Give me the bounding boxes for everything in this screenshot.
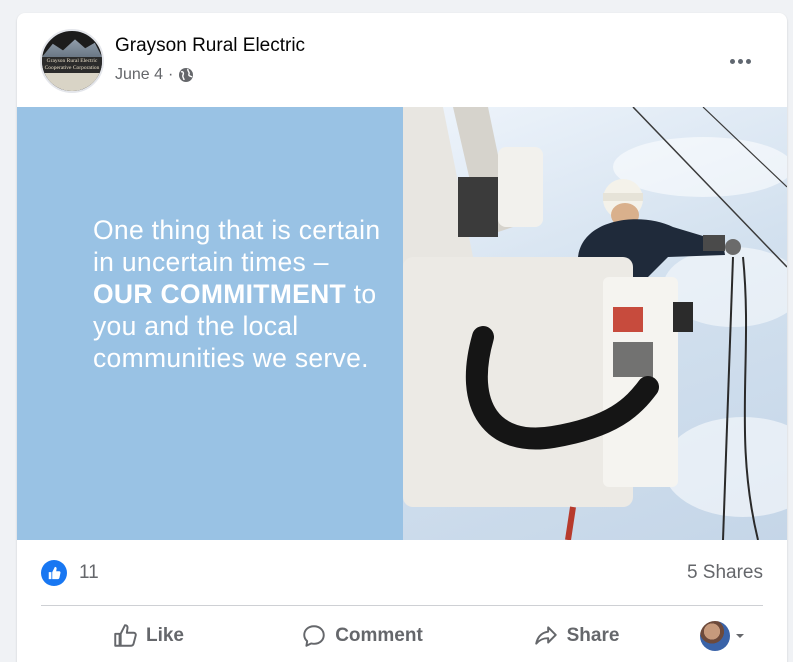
- reactions-summary[interactable]: 11: [41, 560, 99, 586]
- reaction-count: 11: [79, 562, 99, 583]
- quote-bold-commitment: COMMITMENT: [160, 279, 346, 309]
- lineworker-photo: [403, 107, 787, 540]
- engagement-stats: 11 5 Shares: [41, 559, 763, 587]
- quote-bold-our: OUR: [93, 279, 153, 309]
- avatar-logo-text: Grayson Rural Electric Cooperative Corpor…: [42, 57, 102, 73]
- share-arrow-icon: [534, 626, 557, 645]
- user-avatar: [700, 621, 730, 651]
- post-date[interactable]: June 4: [115, 66, 163, 84]
- avatar-mountain-graphic: [42, 39, 102, 57]
- chevron-down-icon: [736, 634, 744, 638]
- more-options-button[interactable]: [725, 53, 755, 69]
- more-horizontal-icon: [729, 58, 735, 64]
- post-actions-bar: Like Comment Share: [41, 613, 763, 659]
- actions-divider: [41, 605, 763, 606]
- comment-label: Comment: [335, 625, 423, 646]
- post-meta: June 4 ·: [115, 66, 194, 84]
- post-card: Grayson Rural Electric Cooperative Corpor…: [17, 13, 787, 662]
- share-button[interactable]: Share: [469, 613, 683, 659]
- quote-text: One thing that is certain in uncertain t…: [93, 215, 381, 373]
- thumbs-up-icon: [114, 624, 137, 647]
- page-avatar[interactable]: Grayson Rural Electric Cooperative Corpor…: [40, 29, 104, 93]
- like-button[interactable]: Like: [41, 613, 255, 659]
- globe-icon: [179, 68, 194, 82]
- quote-panel: One thing that is certain in uncertain t…: [17, 107, 403, 540]
- like-label: Like: [145, 625, 185, 646]
- like-reaction-icon: [41, 560, 67, 586]
- meta-separator: ·: [168, 66, 174, 83]
- comment-button[interactable]: Comment: [255, 613, 469, 659]
- react-as-selector[interactable]: [683, 621, 763, 651]
- lineworker-illustration: [403, 107, 787, 540]
- shares-count-link[interactable]: 5 Shares: [687, 562, 763, 584]
- share-label: Share: [566, 625, 620, 646]
- post-image[interactable]: One thing that is certain in uncertain t…: [17, 107, 787, 540]
- page-name-link[interactable]: Grayson Rural Electric: [115, 35, 305, 57]
- comment-bubble-icon: [303, 625, 325, 647]
